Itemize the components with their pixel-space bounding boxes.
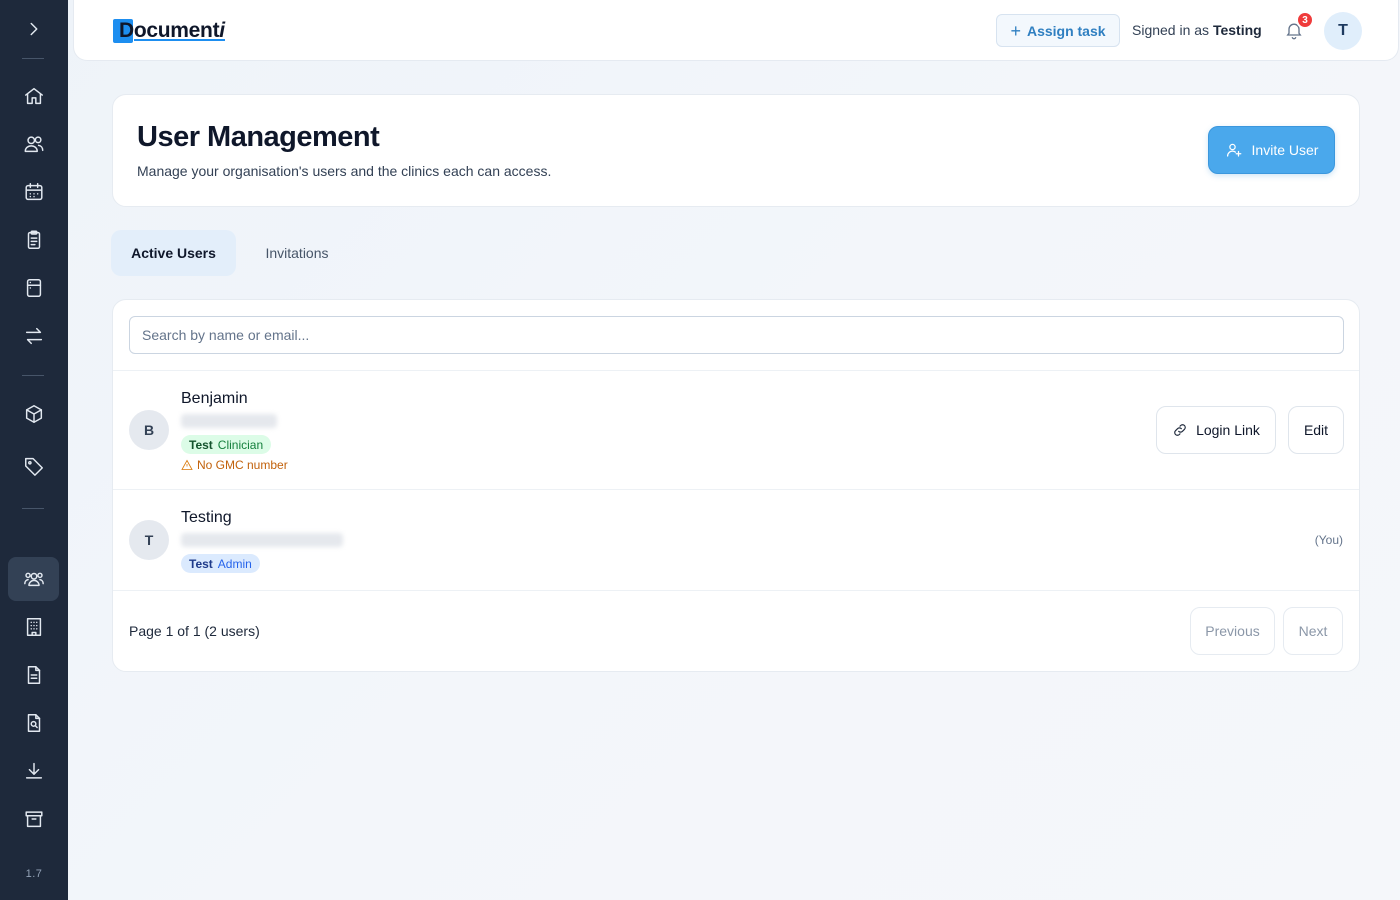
page-title: User Management [137,121,380,153]
sidebar-divider [22,58,44,59]
invite-user-label: Invite User [1251,142,1319,158]
sidebar-item-calendar[interactable] [8,170,59,214]
row-divider [113,489,1359,490]
role-org: Test [189,437,213,452]
sidebar-item-transfers[interactable] [8,314,59,358]
login-link-button[interactable]: Login Link [1156,406,1276,454]
avatar: T [129,520,169,560]
link-icon [1174,424,1186,436]
sidebar-item-archive[interactable] [8,797,59,841]
sidebar-item-user-management[interactable] [8,557,59,601]
sidebar-expand-button[interactable] [8,7,59,51]
gmc-warning: No GMC number [181,458,288,472]
archive-icon [24,811,43,828]
sidebar-item-downloads[interactable] [8,749,59,793]
avatar: B [129,410,169,450]
users-icon [24,136,43,153]
app-logo[interactable]: Documenti [113,17,225,45]
sidebar-item-home[interactable] [8,74,59,118]
role-org: Test [189,556,213,571]
previous-page-button[interactable]: Previous [1190,607,1275,655]
role-name: Clinician [217,437,264,452]
sidebar-item-clinics[interactable] [8,605,59,649]
building-icon [26,618,41,636]
arrows-swap-icon [25,327,42,345]
signed-in-prefix: Signed in as [1132,22,1210,38]
signed-in-status: Signed in as Testing [1132,22,1262,38]
app-version: 1.7 [25,868,43,880]
user-name: Benjamin [181,390,248,407]
clipboard-icon [27,230,40,249]
sidebar-item-forms[interactable] [8,266,59,310]
user-email-redacted [181,533,343,547]
layout-icon [26,279,41,297]
sidebar-item-document-search[interactable] [8,701,59,745]
pagination-summary: Page 1 of 1 (2 users) [129,623,260,639]
plus-icon: + [1010,20,1021,41]
logo-underline [134,39,225,41]
user-email-redacted [181,414,277,428]
search-input[interactable] [129,316,1344,354]
home-icon [24,87,43,105]
gmc-warning-text: No GMC number [197,458,288,472]
top-bar: Documenti + Assign task Signed in as Tes… [73,0,1399,61]
sidebar-divider [22,508,44,509]
user-avatar[interactable]: T [1324,12,1362,50]
user-plus-icon [1226,143,1241,157]
signed-in-user: Testing [1212,22,1262,38]
users-list-card: B Benjamin Test Clinician No GMC number … [112,299,1360,672]
role-name: Admin [217,556,252,571]
sidebar-item-patients[interactable] [8,122,59,166]
self-indicator: (You) [1314,533,1343,547]
role-badge: Test Clinician [181,435,272,454]
tag-icon [24,457,43,476]
download-icon [25,762,42,779]
notification-count-badge: 3 [1296,11,1314,29]
assign-task-label: Assign task [1026,22,1106,39]
assign-task-button[interactable]: + Assign task [996,14,1120,47]
sidebar-item-clipboard[interactable] [8,218,59,262]
row-divider [113,370,1359,371]
chevron-right-icon [30,22,37,36]
tab-active-users[interactable]: Active Users [111,230,236,276]
page-subtitle: Manage your organisation's users and the… [137,163,552,179]
sidebar-divider [22,375,44,376]
page-header-card: User Management Manage your organisation… [112,94,1360,207]
file-text-icon [27,666,40,684]
sidebar-item-documents[interactable] [8,653,59,697]
sidebar-item-products[interactable] [8,392,59,436]
edit-button[interactable]: Edit [1288,406,1344,454]
file-search-icon [27,714,40,732]
user-name: Testing [181,509,232,526]
row-divider [113,590,1359,591]
next-page-button[interactable]: Next [1283,607,1343,655]
role-badge: Test Admin [181,554,260,573]
tab-invitations[interactable]: Invitations [246,230,348,276]
users-group-icon [23,572,44,587]
calendar-icon [24,183,43,201]
sidebar: 1.7 [0,0,68,900]
login-link-label: Login Link [1196,422,1260,438]
box-icon [25,405,42,423]
invite-user-button[interactable]: Invite User [1208,126,1335,174]
sidebar-item-tags[interactable] [8,444,59,488]
warning-icon [181,459,193,470]
